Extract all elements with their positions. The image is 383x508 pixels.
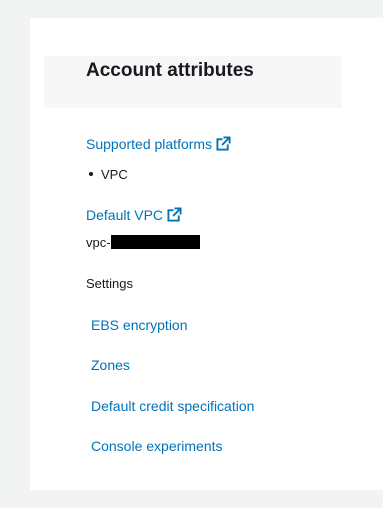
platform-item: VPC (101, 167, 128, 182)
external-link-icon (216, 136, 232, 151)
panel-title: Account attributes (86, 60, 254, 81)
supported-platforms-label: Supported platforms (86, 136, 213, 152)
console-experiments-link[interactable]: Console experiments (91, 437, 223, 455)
external-link-icon (167, 207, 183, 222)
zones-link[interactable]: Zones (91, 356, 130, 374)
default-vpc-value: vpc- (86, 234, 200, 252)
default-vpc-link[interactable]: Default VPC (86, 206, 183, 224)
list-item: VPC (89, 166, 128, 184)
default-vpc-label: Default VPC (86, 207, 164, 223)
default-credit-specification-link[interactable]: Default credit specification (91, 397, 254, 415)
settings-heading: Settings (86, 276, 133, 291)
ebs-encryption-link[interactable]: EBS encryption (91, 316, 188, 334)
supported-platforms-link[interactable]: Supported platforms (86, 135, 232, 153)
redacted-block (110, 235, 200, 249)
bullet (89, 172, 93, 176)
vpc-id-prefix: vpc- (86, 235, 111, 250)
